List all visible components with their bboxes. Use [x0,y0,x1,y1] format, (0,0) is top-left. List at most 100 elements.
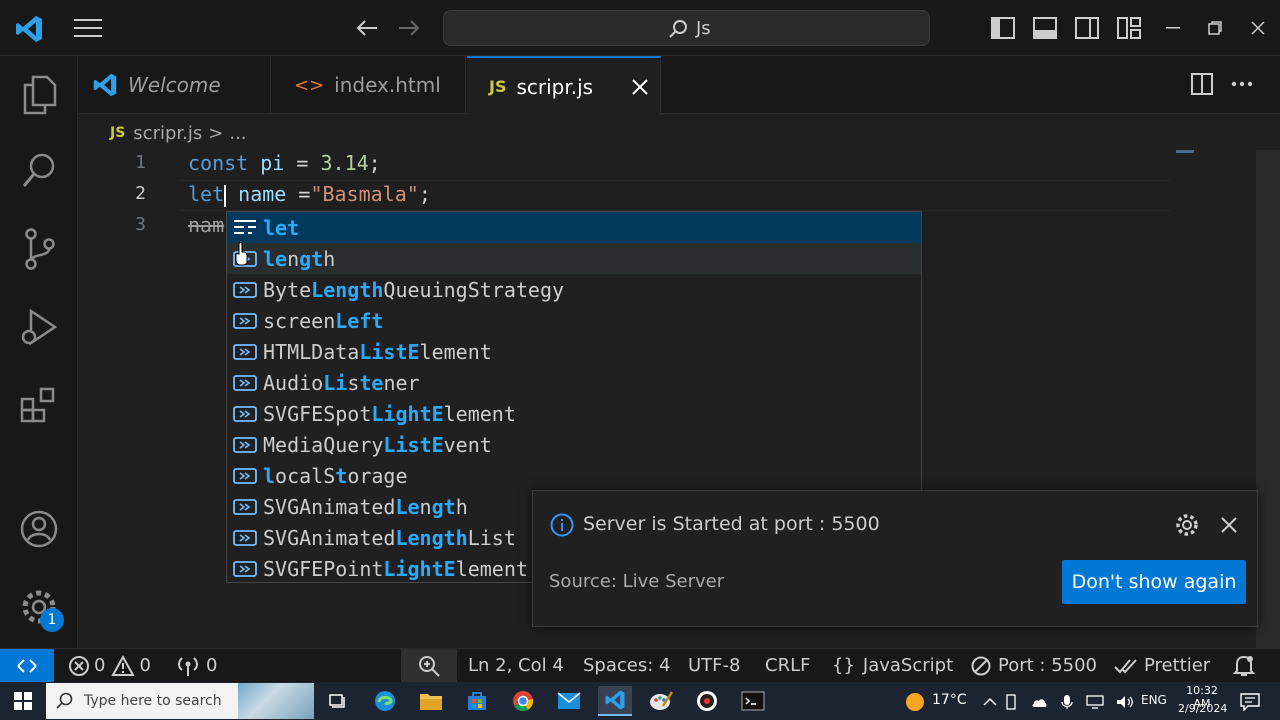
chevron-up-icon[interactable] [980,692,1000,712]
string-literal: "Basmala" [310,182,419,206]
code-line-3[interactable]: nam [188,213,224,237]
suggestion-item[interactable]: screenLeft [227,305,921,336]
weather-temp[interactable]: 17°C [932,692,967,708]
variable-icon [232,466,258,486]
tab-welcome[interactable]: Welcome [78,56,271,114]
zoom-indicator[interactable] [401,649,457,682]
code-line-1[interactable]: const pi = 3.14; [188,151,381,175]
explorer-icon[interactable] [0,64,78,126]
double-check-icon [1114,658,1137,673]
split-editor-icon[interactable] [1188,70,1216,98]
cursor-position[interactable]: Ln 2, Col 4 [468,649,564,682]
match-highlight: Le [395,494,420,519]
notification-source: Source: Live Server [549,571,725,592]
dont-show-again-button[interactable]: Don't show again [1062,560,1246,604]
variable-icon [232,373,258,393]
match-highlight: t [335,463,348,488]
problems-indicator[interactable]: 0 0 [68,649,151,682]
suggestion-label: length [263,247,335,271]
label-text: screen [263,308,336,333]
close-tab-icon[interactable] [631,78,649,96]
edge-browser-icon[interactable] [368,686,402,716]
live-server-port[interactable]: Port : 5500 [970,649,1097,682]
notifications-bell[interactable] [1233,649,1255,682]
more-actions-icon[interactable] [1228,70,1256,98]
suggestion-item[interactable]: HTMLDataListElement [227,336,921,367]
input-language[interactable]: ENG [1141,693,1167,707]
terminal-icon[interactable] [736,686,770,716]
end-of-line[interactable]: CRLF [765,649,810,682]
restore-icon[interactable] [1202,14,1228,42]
toggle-primary-sidebar-icon[interactable] [988,14,1018,42]
ports-count: 0 [206,655,218,676]
file-explorer-icon[interactable] [414,686,448,716]
js-file-icon: JS [489,77,507,96]
variable-icon [232,435,258,455]
suggestion-label: HTMLDataListElement [263,340,492,364]
notification-close-icon[interactable] [1215,511,1243,539]
weather-sun-icon[interactable] [904,691,926,713]
toggle-panel-icon[interactable] [1030,14,1060,42]
suggestion-item[interactable]: SVGFESpotLightElement [227,398,921,429]
language-mode[interactable]: {} JavaScript [832,649,953,682]
run-debug-icon[interactable] [0,296,78,358]
breadcrumb-file[interactable]: scripr.js [133,123,202,144]
vscode-taskbar-icon[interactable] [598,686,632,716]
label-text: List [467,525,516,550]
chrome-icon[interactable] [506,686,540,716]
editor-scrollbar[interactable] [1256,150,1280,648]
label-text: MediaQuery [263,432,384,457]
menu-icon[interactable] [70,12,106,44]
tray-icons[interactable] [1004,692,1134,712]
code-line-2[interactable]: let name ="Basmala"; [188,182,431,207]
variable-icon [232,528,258,548]
breadcrumb-more[interactable]: ... [229,123,246,144]
task-view-icon[interactable] [320,686,354,716]
back-arrow-icon[interactable] [352,14,382,42]
suggestion-item[interactable]: length [227,243,921,274]
recorder-icon[interactable] [690,686,724,716]
action-center-icon[interactable] [1238,691,1262,713]
suggestion-label: ByteLengthQueuingStrategy [263,278,564,302]
customize-layout-icon[interactable] [1114,14,1144,42]
paint-icon[interactable] [644,686,678,716]
label-text: n [287,246,300,271]
search-view-icon[interactable] [0,140,78,202]
command-center-search[interactable]: Js [443,10,930,46]
breadcrumb[interactable]: JS scripr.js > ... [110,119,247,147]
remote-indicator[interactable] [0,649,54,682]
manage-badge: 1 [40,608,64,632]
minimap[interactable] [1176,150,1194,153]
close-window-icon[interactable] [1245,14,1271,42]
forward-arrow-icon[interactable] [394,14,424,42]
suggestion-item[interactable]: localStorage [227,460,921,491]
indentation[interactable]: Spaces: 4 [583,649,670,682]
taskbar-search[interactable]: Type here to search [46,683,314,719]
variable-icon [232,280,258,300]
windows-start-icon[interactable] [8,687,38,715]
mail-icon[interactable] [552,686,586,716]
match-highlight: gt [299,246,324,271]
tab-scripr-js[interactable]: JS scripr.js [467,56,661,115]
tab-index-html[interactable]: <> index.html [272,56,466,114]
source-control-icon[interactable] [0,218,78,280]
encoding[interactable]: UTF-8 [688,649,740,682]
accounts-icon[interactable] [0,498,78,560]
clock-date[interactable]: 2/9/2024 [1178,702,1227,715]
ports-indicator[interactable]: 0 [176,649,217,682]
label-text: SVGAnimated [263,494,396,519]
extensions-icon[interactable] [0,374,78,436]
suggestion-item[interactable]: ByteLengthQueuingStrategy [227,274,921,305]
suggestion-label: MediaQueryListEvent [263,433,492,457]
suggestion-item[interactable]: MediaQueryListEvent [227,429,921,460]
suggestion-item[interactable]: let [227,212,921,243]
microsoft-store-icon[interactable] [460,686,494,716]
manage-gear-icon[interactable] [0,576,78,638]
suggestion-label: let [263,216,299,240]
minimize-icon[interactable] [1160,14,1186,42]
suggestion-item[interactable]: AudioListener [227,367,921,398]
prettier-status[interactable]: Prettier [1114,649,1210,682]
notification-settings-gear-icon[interactable] [1173,511,1201,539]
warning-count: 0 [139,655,151,676]
toggle-secondary-sidebar-icon[interactable] [1072,14,1102,42]
